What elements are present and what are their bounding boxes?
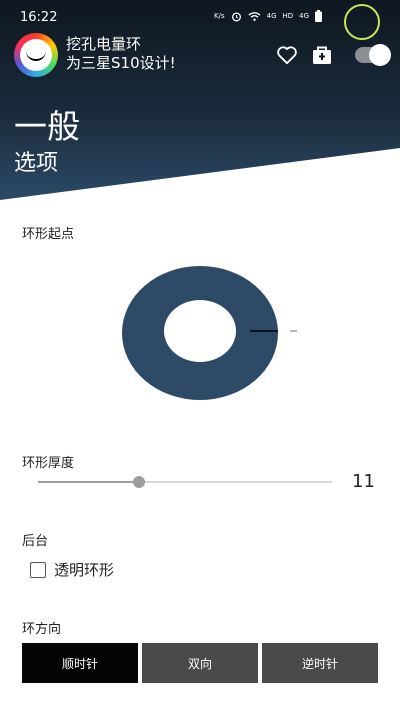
- thickness-value: 11: [352, 471, 375, 492]
- top-actions: [276, 44, 391, 66]
- status-bar: 16:22 K/s 4G HD 4G: [0, 0, 400, 40]
- status-time: 16:22: [20, 10, 58, 25]
- signal-4g-icon: 4G: [266, 12, 277, 20]
- ring-thickness-label: 环形厚度: [22, 456, 75, 471]
- direction-counterclockwise-button[interactable]: 逆时针: [262, 643, 378, 683]
- hd-icon: HD: [282, 12, 294, 20]
- page-subtitle: 选项: [14, 151, 59, 176]
- background-label: 后台: [22, 534, 49, 549]
- heart-icon[interactable]: [276, 45, 298, 65]
- thickness-slider[interactable]: [38, 476, 332, 488]
- transparent-ring-label: 透明环形: [54, 561, 115, 579]
- app-logo-icon: [14, 33, 58, 77]
- app-title-line2: 为三星S10设计!: [66, 54, 176, 72]
- app-title-line1: 挖孔电量环: [66, 35, 142, 53]
- network-speed-icon: K/s: [214, 12, 225, 20]
- alarm-icon: [231, 11, 241, 21]
- signal-4g-2-icon: 4G: [299, 12, 310, 20]
- thickness-slider-thumb[interactable]: [133, 476, 146, 488]
- master-toggle[interactable]: [355, 44, 391, 66]
- ring-direction-label: 环方向: [22, 622, 62, 637]
- status-icons: K/s 4G HD 4G: [214, 10, 323, 22]
- direction-bidirectional-button[interactable]: 双向: [142, 643, 258, 683]
- page-title: 一般: [14, 107, 80, 146]
- wifi-icon: [248, 11, 261, 21]
- battery-icon: [315, 10, 323, 22]
- app-title: 挖孔电量环 为三星S10设计!: [66, 35, 176, 73]
- thickness-slider-fill: [38, 481, 140, 483]
- shopping-bag-icon[interactable]: [311, 44, 333, 66]
- battery-ring-preview: [344, 4, 380, 40]
- ring-hole: [164, 300, 236, 362]
- transparent-ring-checkbox[interactable]: [30, 561, 46, 578]
- direction-button-group: 顺时针 双向 逆时针: [22, 643, 378, 683]
- ring-start-label: 环形起点: [22, 227, 75, 242]
- transparent-ring-option[interactable]: 透明环形: [30, 559, 114, 580]
- ring-start-selector[interactable]: [112, 258, 312, 408]
- direction-clockwise-button[interactable]: 顺时针: [22, 643, 138, 683]
